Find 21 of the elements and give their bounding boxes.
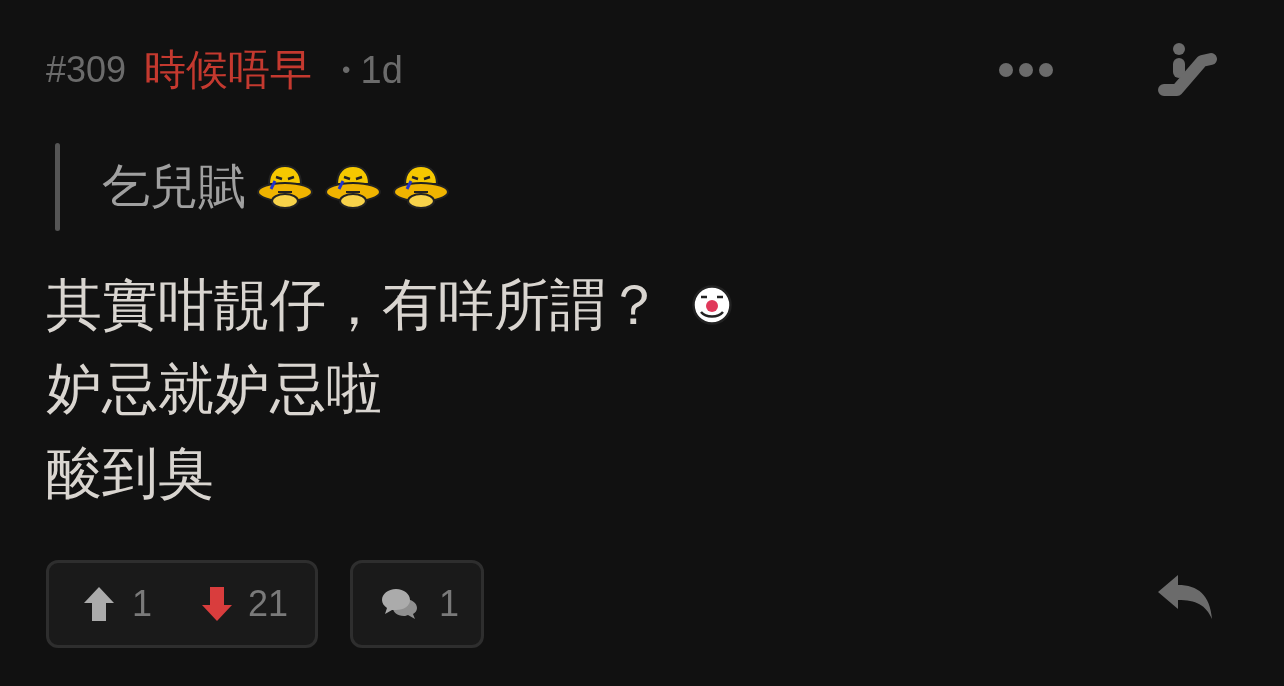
comments-button[interactable]: 1 (350, 560, 484, 648)
post-text-line: 其實咁靚仔，有咩所謂？ (46, 277, 662, 333)
downvote-button[interactable]: 21 (202, 586, 289, 622)
upvote-button[interactable]: 1 (84, 586, 153, 622)
crying-emoticon-icon (392, 164, 450, 210)
post-text-line: 酸到臭 (46, 445, 214, 501)
post-age: 1d (360, 51, 403, 89)
post-number: #309 (46, 52, 127, 88)
more-icon[interactable] (999, 62, 1053, 78)
up-arrow-icon (84, 587, 114, 621)
crying-emoticon-icon (324, 164, 382, 210)
reply-icon[interactable] (1158, 575, 1212, 619)
chat-bubbles-icon (382, 589, 417, 619)
author-name[interactable]: 時候唔早 (144, 49, 313, 91)
down-arrow-icon (202, 587, 233, 621)
escalator-icon[interactable] (1158, 43, 1218, 97)
crying-emoticon-icon (256, 164, 314, 210)
clown-emoticon-icon (692, 285, 732, 325)
post-text-line: 妒忌就妒忌啦 (46, 361, 382, 417)
quote-text: 乞兒賦 (102, 163, 246, 211)
separator-dot: • (342, 58, 351, 82)
